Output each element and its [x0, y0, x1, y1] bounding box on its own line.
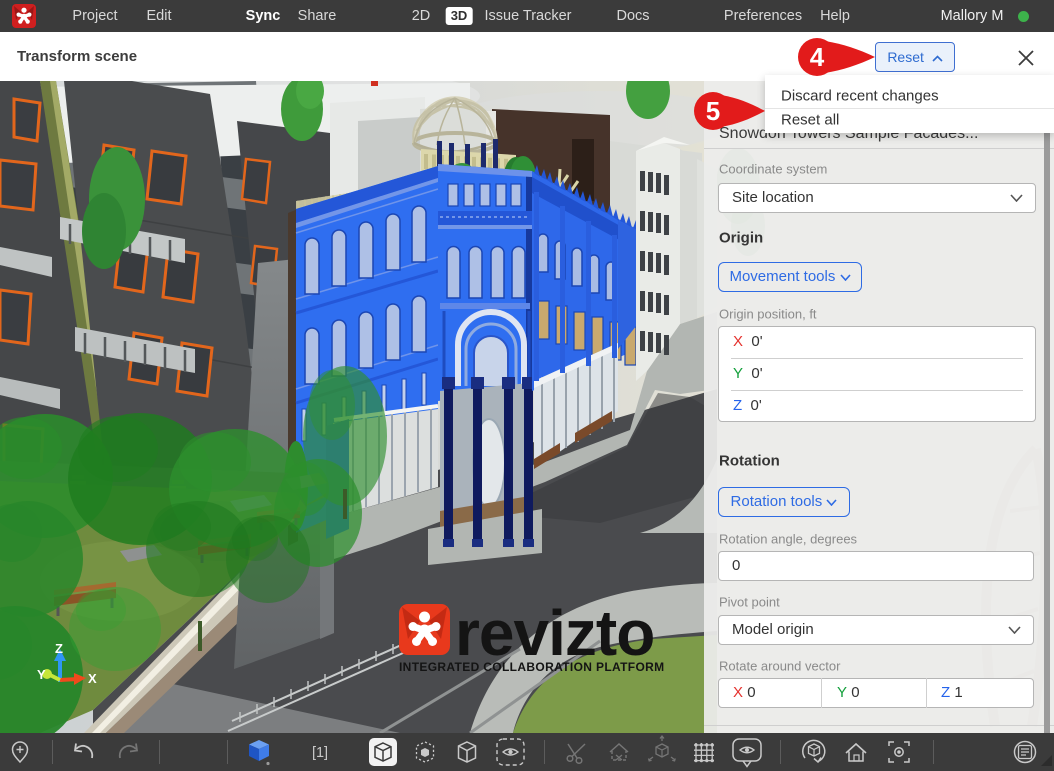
svg-text:[1]: [1]: [312, 745, 328, 761]
svg-text:X: X: [88, 671, 97, 686]
svg-text:4: 4: [810, 42, 825, 72]
svg-text:revizto: revizto: [455, 597, 654, 669]
svg-text:Y: Y: [37, 667, 46, 682]
svg-text:5: 5: [706, 96, 720, 126]
svg-text:INTEGRATED COLLABORATION PLATF: INTEGRATED COLLABORATION PLATFORM: [399, 660, 665, 674]
svg-text:Z: Z: [55, 641, 63, 656]
